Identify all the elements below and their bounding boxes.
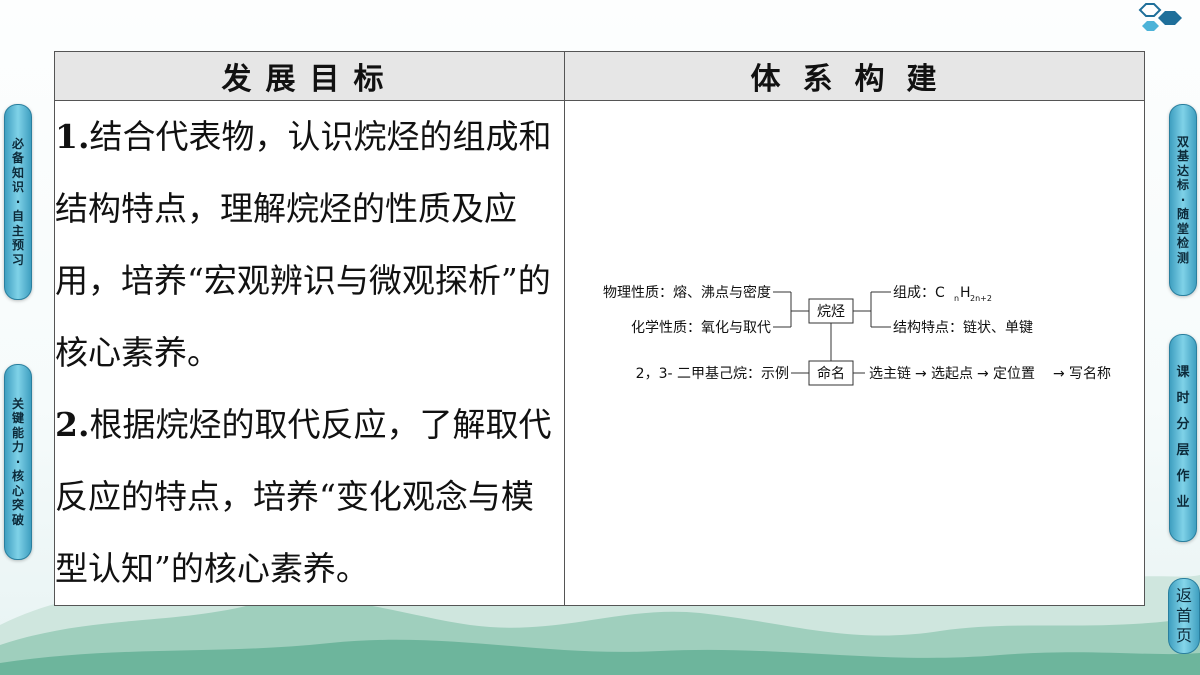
- diagram-structure: 结构特点：链状、单键: [893, 320, 1033, 336]
- diagram-arrow: →: [1053, 366, 1065, 382]
- diagram-composition: 组成：C n H 2n+2: [893, 285, 992, 303]
- return-home-button[interactable]: 返首页: [1168, 578, 1200, 654]
- svg-text:H: H: [960, 285, 971, 301]
- nav-tab-label: 双基达标·随堂检测: [1176, 134, 1189, 265]
- diagram-center-label: 烷烃: [817, 304, 845, 320]
- diagram-arrow: →: [977, 366, 989, 382]
- diagram-cell: 物理性质：熔、沸点与密度 化学性质：氧化与取代 烷烃 组成：C n H 2n+2…: [564, 100, 1145, 606]
- nav-tab-preview[interactable]: 必备知识·自主预习: [4, 104, 32, 300]
- diagram-step: 选主链: [869, 366, 911, 382]
- diagram-step: 选起点: [931, 366, 973, 382]
- nav-tab-label: 关键能力·核心突破: [11, 396, 24, 527]
- nav-tab-label: 必备知识·自主预习: [11, 136, 24, 267]
- hexagon-logo-icon: [1138, 3, 1182, 31]
- svg-text:组成：C: 组成：C: [893, 285, 945, 301]
- concept-diagram: 物理性质：熔、沸点与密度 化学性质：氧化与取代 烷烃 组成：C n H 2n+2…: [603, 284, 1111, 386]
- diagram-physical-properties: 物理性质：熔、沸点与密度: [603, 284, 771, 301]
- diagram-naming-label: 命名: [817, 365, 845, 382]
- svg-text:n: n: [954, 294, 959, 303]
- nav-tab-homework[interactable]: 课时分层作业: [1169, 334, 1197, 542]
- diagram-arrow: →: [915, 366, 927, 382]
- goals-cell: 1.结合代表物，认识烷烃的组成和结构特点，理解烷烃的性质及应用，培养“宏观辨识与…: [54, 100, 565, 606]
- goal-text: 结合代表物，认识烷烃的组成和结构特点，理解烷烃的性质及应用，培养“宏观辨识与微观…: [55, 117, 552, 372]
- diagram-example: 2，3- 二甲基己烷：示例: [636, 365, 789, 382]
- header-system: 体系构建: [564, 51, 1145, 101]
- diagram-step: 写名称: [1069, 366, 1111, 382]
- nav-tab-label: 课时分层作业: [1176, 365, 1190, 510]
- goal-number: 2.: [55, 405, 90, 444]
- diagram-chemical-properties: 化学性质：氧化与取代: [631, 320, 771, 336]
- goal-number: 1.: [55, 117, 90, 156]
- diagram-step: 定位置: [993, 366, 1035, 382]
- nav-tab-core[interactable]: 关键能力·核心突破: [4, 364, 32, 560]
- return-label: 返首页: [1175, 586, 1192, 645]
- goal-item-2: 2.根据烷烃的取代反应，了解取代反应的特点，培养“变化观念与模型认知”的核心素养…: [55, 389, 564, 605]
- goal-item-1: 1.结合代表物，认识烷烃的组成和结构特点，理解烷烃的性质及应用，培养“宏观辨识与…: [55, 101, 564, 389]
- nav-tab-test[interactable]: 双基达标·随堂检测: [1169, 104, 1197, 296]
- header-goals: 发展目标: [54, 51, 565, 101]
- svg-text:2n+2: 2n+2: [970, 294, 992, 303]
- goal-text: 根据烷烃的取代反应，了解取代反应的特点，培养“变化观念与模型认知”的核心素养。: [55, 405, 552, 588]
- content-table: 发展目标 体系构建 1.结合代表物，认识烷烃的组成和结构特点，理解烷烃的性质及应…: [54, 51, 1145, 606]
